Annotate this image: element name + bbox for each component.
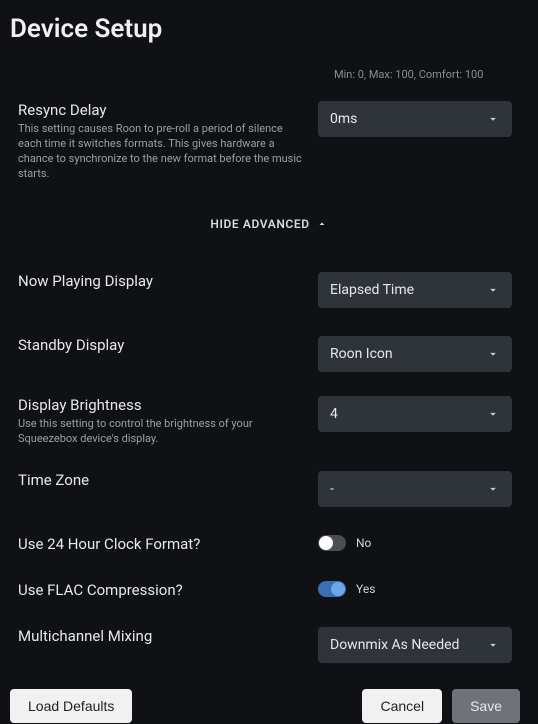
multichannel-title: Multichannel Mixing (18, 627, 302, 645)
brightness-value: 4 (330, 406, 486, 422)
resync-delay-desc: This setting causes Roon to pre-roll a p… (18, 122, 302, 181)
use-flac-toggle[interactable] (318, 581, 346, 597)
chevron-down-icon (486, 638, 500, 652)
standby-value: Roon Icon (330, 346, 486, 362)
brightness-desc: Use this setting to control the brightne… (18, 417, 302, 447)
multichannel-value: Downmix As Needed (330, 637, 486, 653)
toggle-knob (319, 536, 333, 550)
time-zone-select[interactable]: - (318, 471, 512, 507)
standby-title: Standby Display (18, 336, 302, 354)
time-zone-title: Time Zone (18, 471, 302, 489)
caret-up-icon (316, 218, 328, 230)
chevron-down-icon (486, 347, 500, 361)
time-zone-value: - (330, 481, 486, 497)
resync-delay-select[interactable]: 0ms (318, 101, 512, 137)
now-playing-title: Now Playing Display (18, 272, 302, 290)
cancel-button[interactable]: Cancel (362, 689, 442, 723)
row-display-brightness: Display Brightness Use this setting to c… (10, 386, 528, 457)
use-flac-state: Yes (356, 582, 375, 596)
cutoff-hint-text: Min: 0, Max: 100, Comfort: 100 (334, 68, 528, 81)
use-24h-toggle[interactable] (318, 535, 346, 551)
chevron-down-icon (486, 482, 500, 496)
chevron-down-icon (486, 407, 500, 421)
toggle-knob (331, 582, 345, 596)
page-title: Device Setup (10, 14, 528, 44)
row-standby-display: Standby Display Roon Icon (10, 322, 528, 386)
row-time-zone: Time Zone - (10, 457, 528, 521)
standby-select[interactable]: Roon Icon (318, 336, 512, 372)
resync-delay-labels: Resync Delay This setting causes Roon to… (18, 101, 318, 181)
load-defaults-button[interactable]: Load Defaults (10, 689, 132, 723)
chevron-down-icon (486, 112, 500, 126)
hide-advanced-toggle[interactable]: HIDE ADVANCED (210, 217, 327, 231)
hide-advanced-label: HIDE ADVANCED (210, 217, 309, 231)
chevron-down-icon (486, 283, 500, 297)
row-24h-clock: Use 24 Hour Clock Format? No (10, 521, 528, 567)
row-now-playing-display: Now Playing Display Elapsed Time (10, 258, 528, 322)
resync-delay-value: 0ms (330, 111, 486, 127)
save-button[interactable]: Save (452, 689, 520, 723)
multichannel-select[interactable]: Downmix As Needed (318, 627, 512, 663)
row-multichannel: Multichannel Mixing Downmix As Needed (10, 613, 528, 677)
hide-advanced-row: HIDE ADVANCED (10, 191, 528, 258)
row-flac: Use FLAC Compression? Yes (10, 567, 528, 613)
now-playing-value: Elapsed Time (330, 282, 486, 298)
resync-delay-title: Resync Delay (18, 101, 302, 119)
row-resync-delay: Resync Delay This setting causes Roon to… (10, 91, 528, 191)
use-flac-title: Use FLAC Compression? (18, 581, 302, 599)
footer: Load Defaults Cancel Save (10, 677, 528, 724)
now-playing-select[interactable]: Elapsed Time (318, 272, 512, 308)
brightness-title: Display Brightness (18, 396, 302, 414)
use-24h-title: Use 24 Hour Clock Format? (18, 535, 302, 553)
brightness-select[interactable]: 4 (318, 396, 512, 432)
use-24h-state: No (356, 536, 371, 550)
